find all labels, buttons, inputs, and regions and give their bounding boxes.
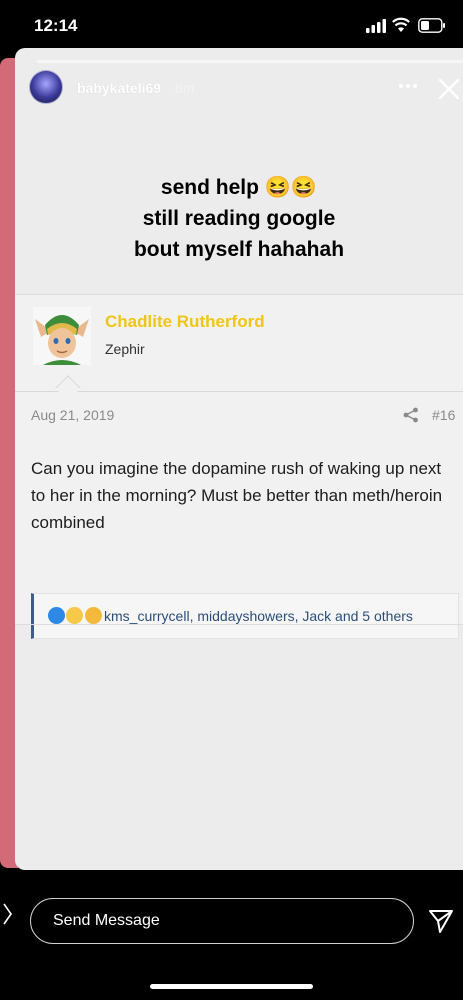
sad-icon	[84, 607, 102, 625]
more-options-button[interactable]	[395, 76, 421, 96]
caption-line: still reading google	[142, 207, 336, 230]
more-icon	[399, 84, 417, 88]
post-author-avatar	[33, 307, 91, 365]
divider	[15, 391, 463, 392]
battery-icon	[418, 18, 445, 33]
haha-icon	[66, 607, 84, 625]
reaction-users: kms_currycell, middayshowers, Jack and 5…	[104, 608, 413, 624]
story-view[interactable]: babykateli69 8m send help 😆😆 still readi…	[0, 48, 463, 870]
camera-edge-icon	[3, 903, 12, 925]
reaction-icons	[48, 607, 102, 625]
caption-line: send help 😆😆	[160, 176, 318, 199]
signal-icon	[366, 19, 386, 33]
status-time: 12:14	[34, 16, 78, 35]
close-icon[interactable]	[438, 78, 460, 100]
share-icon	[403, 407, 418, 423]
author-pointer	[55, 375, 81, 401]
send-message-placeholder: Send Message	[53, 912, 160, 929]
forum-post-screenshot: Chadlite Rutherford Zephir Aug 21, 2019 …	[15, 294, 463, 639]
story-time-ago: 8m	[175, 80, 195, 96]
divider	[15, 624, 463, 625]
post-date: Aug 21, 2019	[31, 407, 115, 423]
caption-line: bout myself hahahah	[133, 238, 345, 261]
story-username[interactable]: babykateli69	[77, 80, 161, 96]
story-card[interactable]: babykateli69 8m send help 😆😆 still readi…	[15, 48, 463, 870]
story-header: babykateli69 8m	[15, 66, 463, 114]
wifi-icon	[392, 17, 410, 32]
story-caption: send help 😆😆 still reading google bout m…	[15, 172, 463, 265]
post-user-title: Zephir	[105, 341, 145, 357]
post-number: #16	[432, 407, 456, 423]
story-progress-bar	[37, 60, 463, 63]
post-author-name[interactable]: Chadlite Rutherford	[105, 312, 265, 332]
home-indicator[interactable]	[150, 984, 313, 989]
status-bar: 12:14	[0, 0, 463, 50]
avatar[interactable]	[29, 70, 63, 104]
reactions-bar: kms_currycell, middayshowers, Jack and 5…	[31, 593, 459, 639]
send-message-input[interactable]: Send Message	[30, 898, 414, 944]
post-body: Can you imagine the dopamine rush of wak…	[31, 459, 443, 532]
like-icon	[48, 607, 65, 625]
send-icon[interactable]	[428, 908, 454, 934]
